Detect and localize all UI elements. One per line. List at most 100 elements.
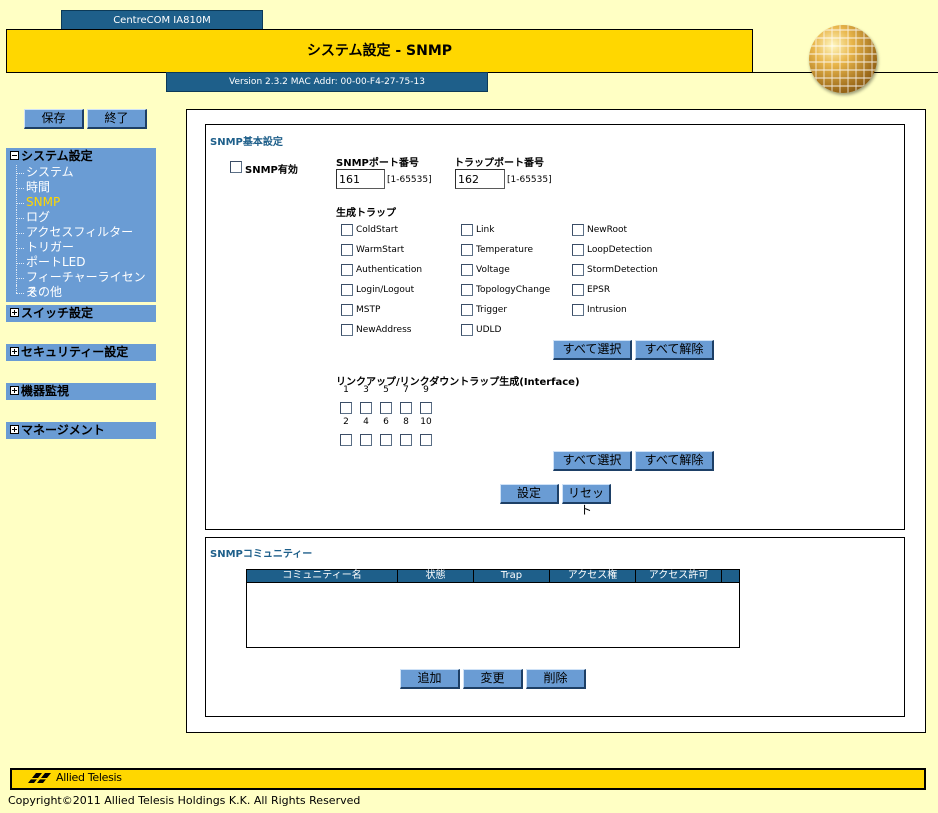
port-number: 1 xyxy=(343,385,349,395)
add-community-button[interactable]: 追加 xyxy=(400,669,460,689)
snmp-port-range: [1-65535] xyxy=(387,175,432,185)
trap-udld-label: UDLD xyxy=(476,325,502,335)
port-9-checkbox[interactable] xyxy=(420,402,432,414)
nav-item-feature-license[interactable]: フィーチャーライセンス xyxy=(6,270,156,299)
port-3-checkbox[interactable] xyxy=(360,402,372,414)
nav-section-management[interactable]: マネージメント xyxy=(6,422,156,439)
change-community-button[interactable]: 変更 xyxy=(463,669,523,689)
trap-temperature-checkbox[interactable] xyxy=(461,244,473,256)
community-table-header: コミュニティー名 状態 Trap アクセス権 アクセス許可 xyxy=(246,569,740,583)
port-2-checkbox[interactable] xyxy=(340,434,352,446)
port-4-checkbox[interactable] xyxy=(360,434,372,446)
footer-bar: Allied Telesis xyxy=(10,768,926,790)
port-6-checkbox[interactable] xyxy=(380,434,392,446)
nav-item-snmp[interactable]: SNMP xyxy=(6,195,156,210)
trap-intrusion-checkbox[interactable] xyxy=(572,304,584,316)
port-number: 9 xyxy=(423,385,429,395)
trap-newaddress-label: NewAddress xyxy=(356,325,412,335)
expand-icon[interactable] xyxy=(10,308,19,317)
trap-stormdetection-checkbox[interactable] xyxy=(572,264,584,276)
nav-section-monitoring[interactable]: 機器監視 xyxy=(6,383,156,400)
nav-section-label: マネージメント xyxy=(21,423,105,437)
port-8-checkbox[interactable] xyxy=(400,434,412,446)
port-number: 10 xyxy=(420,417,432,427)
trap-newroot-label: NewRoot xyxy=(587,225,628,235)
nav-section-header-system[interactable]: システム設定 xyxy=(6,148,156,165)
port-number: 3 xyxy=(363,385,369,395)
trap-coldstart-checkbox[interactable] xyxy=(341,224,353,236)
trap-warmstart-checkbox[interactable] xyxy=(341,244,353,256)
exit-button[interactable]: 終了 xyxy=(87,109,147,129)
port-number: 6 xyxy=(383,417,389,427)
expand-icon[interactable] xyxy=(10,347,19,356)
ports-clear-all-button[interactable]: すべて解除 xyxy=(635,451,714,471)
column-header-community-name: コミュニティー名 xyxy=(247,570,398,582)
port-1-checkbox[interactable] xyxy=(340,402,352,414)
community-table-body xyxy=(246,583,740,648)
snmp-enable-checkbox[interactable] xyxy=(230,161,242,173)
trap-intrusion-label: Intrusion xyxy=(587,305,627,315)
column-header-spacer xyxy=(722,570,739,582)
trap-trigger-checkbox[interactable] xyxy=(461,304,473,316)
traps-clear-all-button[interactable]: すべて解除 xyxy=(635,340,714,360)
port-5-checkbox[interactable] xyxy=(380,402,392,414)
trap-link-checkbox[interactable] xyxy=(461,224,473,236)
snmp-enable-label: SNMP有効 xyxy=(245,165,298,176)
save-button[interactable]: 保存 xyxy=(24,109,84,129)
delete-community-button[interactable]: 削除 xyxy=(526,669,586,689)
trap-stormdetection-label: StormDetection xyxy=(587,265,658,275)
page-title: システム設定 - SNMP xyxy=(6,29,753,73)
trap-udld-checkbox[interactable] xyxy=(461,324,473,336)
port-7-checkbox[interactable] xyxy=(400,402,412,414)
set-button[interactable]: 設定 xyxy=(500,484,559,504)
nav-item-access-filter[interactable]: アクセスフィルター xyxy=(6,225,156,240)
nav-section-label: 機器監視 xyxy=(21,384,70,398)
column-header-trap: Trap xyxy=(474,570,550,582)
trap-temperature-label: Temperature xyxy=(476,245,534,255)
traps-select-all-button[interactable]: すべて選択 xyxy=(553,340,632,360)
collapse-icon[interactable] xyxy=(10,151,19,160)
nav-section-switch[interactable]: スイッチ設定 xyxy=(6,305,156,322)
snmp-port-input[interactable] xyxy=(336,169,385,189)
version-info: Version 2.3.2 MAC Addr: 00-00-F4-27-75-1… xyxy=(166,72,488,92)
nav-item-trigger[interactable]: トリガー xyxy=(6,240,156,255)
trap-epsr-checkbox[interactable] xyxy=(572,284,584,296)
trap-loopdetection-checkbox[interactable] xyxy=(572,244,584,256)
trap-login-logout-checkbox[interactable] xyxy=(341,284,353,296)
ports-select-all-button[interactable]: すべて選択 xyxy=(553,451,632,471)
trap-mstp-checkbox[interactable] xyxy=(341,304,353,316)
port-10-checkbox[interactable] xyxy=(420,434,432,446)
trap-loopdetection-label: LoopDetection xyxy=(587,245,653,255)
logo-text: Allied Telesis xyxy=(56,771,122,784)
nav-section-label: システム設定 xyxy=(21,149,93,163)
nav-section-label: セキュリティー設定 xyxy=(21,345,129,359)
trap-voltage-checkbox[interactable] xyxy=(461,264,473,276)
trap-port-input[interactable] xyxy=(455,169,505,189)
trap-newaddress-checkbox[interactable] xyxy=(341,324,353,336)
link-trap-label: リンクアップ/リンクダウントラップ生成(Interface) xyxy=(336,377,580,388)
trap-voltage-label: Voltage xyxy=(476,265,510,275)
trap-login-logout-label: Login/Logout xyxy=(356,285,415,295)
column-header-permission: アクセス許可 xyxy=(636,570,722,582)
trap-authentication-label: Authentication xyxy=(356,265,423,275)
reset-button[interactable]: リセット xyxy=(562,484,611,517)
trap-authentication-checkbox[interactable] xyxy=(341,264,353,276)
nav-item-port-led[interactable]: ポートLED xyxy=(6,255,156,270)
expand-icon[interactable] xyxy=(10,425,19,434)
trap-newroot-checkbox[interactable] xyxy=(572,224,584,236)
allied-telesis-logo-icon xyxy=(26,773,54,783)
port-number: 2 xyxy=(343,417,349,427)
trap-mstp-label: MSTP xyxy=(356,305,381,315)
allied-telesis-logo: Allied Telesis xyxy=(26,771,122,784)
nav-item-time[interactable]: 時間 xyxy=(6,180,156,195)
trap-port-label: トラップポート番号 xyxy=(454,158,544,169)
nav-item-log[interactable]: ログ xyxy=(6,210,156,225)
expand-icon[interactable] xyxy=(10,386,19,395)
nav-item-system[interactable]: システム xyxy=(6,165,156,180)
nav-section-system: システム設定 システム 時間 SNMP ログ アクセスフィルター トリガー ポー… xyxy=(6,148,156,302)
trap-link-label: Link xyxy=(476,225,495,235)
trap-topologychange-label: TopologyChange xyxy=(476,285,551,295)
trap-topologychange-checkbox[interactable] xyxy=(461,284,473,296)
nav-section-security[interactable]: セキュリティー設定 xyxy=(6,344,156,361)
nav-item-other[interactable]: その他 xyxy=(6,285,156,300)
